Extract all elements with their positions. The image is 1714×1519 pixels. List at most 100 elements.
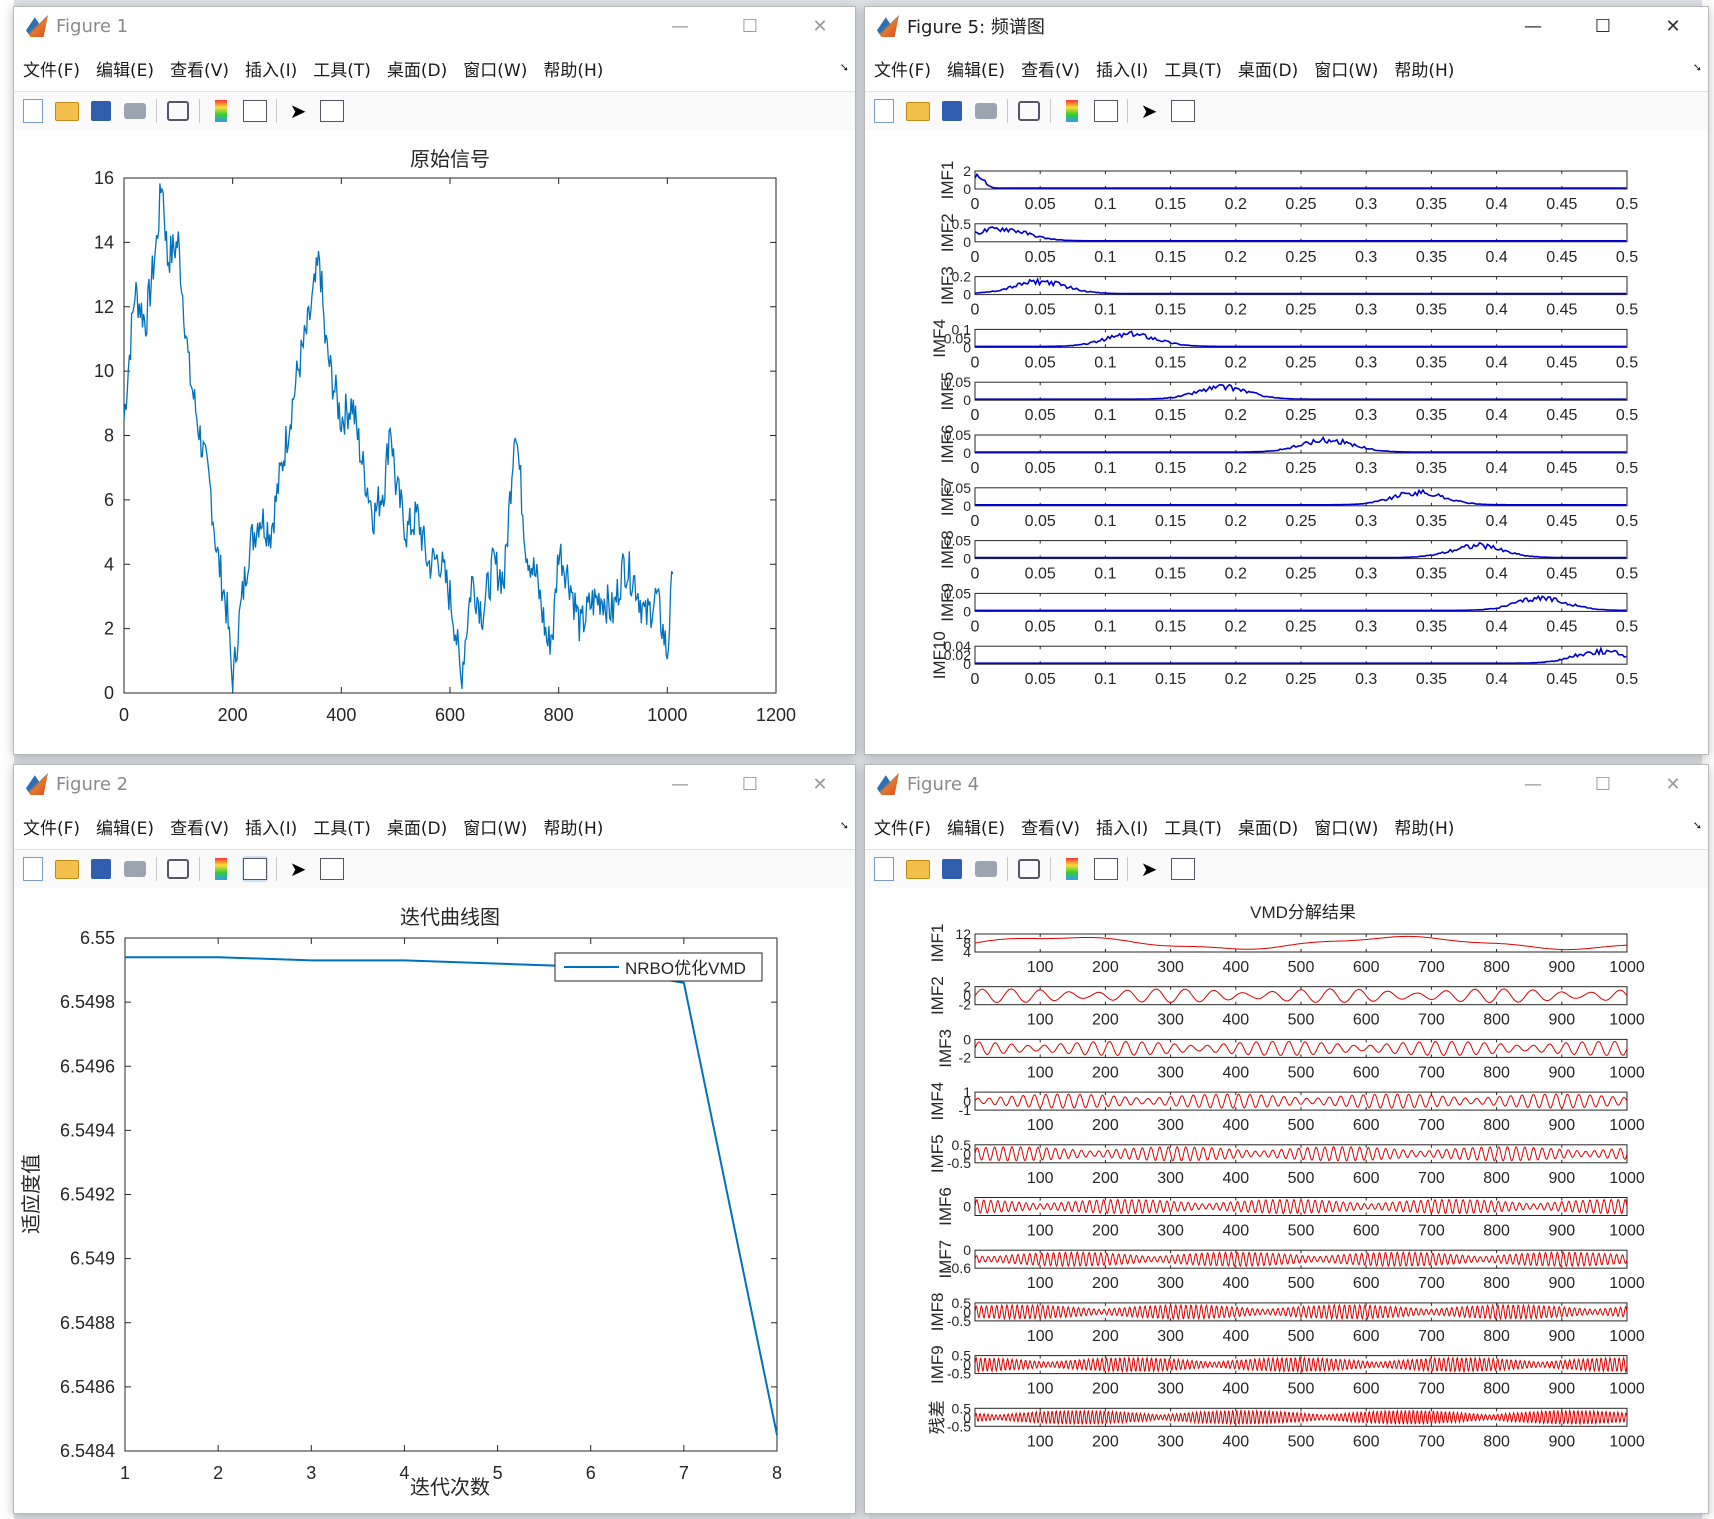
- menu-desktop[interactable]: 桌面(D): [387, 814, 447, 839]
- colorbar-icon[interactable]: [215, 858, 227, 880]
- menu-insert[interactable]: 插入(I): [1096, 56, 1148, 81]
- open-file-icon[interactable]: [906, 859, 930, 879]
- dock-arrow-icon[interactable]: ➘: [1693, 819, 1702, 832]
- save-icon[interactable]: [91, 859, 111, 879]
- colorbar-icon[interactable]: [215, 100, 227, 122]
- imf-subplot[interactable]: IMF5 0.50-0.5100 200 300 400 500 600 700 800 900 1…: [928, 1134, 1645, 1186]
- edit-pointer-icon[interactable]: ➤: [285, 98, 311, 124]
- imf-subplot[interactable]: IMF1 1284100 200 300 400 500 600 700 800 900 1000: [928, 924, 1645, 976]
- link-plot-icon[interactable]: [167, 859, 189, 879]
- colorbar-icon[interactable]: [1066, 100, 1078, 122]
- imf-subplot[interactable]: IMF4 10-1100 200 300 400 500 600 700 800 900 1000: [928, 1082, 1645, 1134]
- menu-view[interactable]: 查看(V): [170, 56, 229, 81]
- edit-pointer-icon[interactable]: ➤: [1136, 856, 1162, 882]
- maximize-icon[interactable]: ☐: [715, 7, 785, 45]
- menu-tools[interactable]: 工具(T): [1164, 56, 1222, 81]
- property-inspector-icon[interactable]: [320, 858, 344, 880]
- link-plot-icon[interactable]: [1018, 101, 1040, 121]
- spectrum-subplot[interactable]: IMF20.500 0.05 0.1 0.15 0.2 0.25 0.3 0.35 0.4 0.4…: [938, 213, 1638, 265]
- menu-file[interactable]: 文件(F): [23, 814, 80, 839]
- figure2-titlebar[interactable]: Figure 2 — ☐ ✕: [14, 765, 855, 803]
- figure1-titlebar[interactable]: Figure 1 — ☐ ✕: [14, 7, 855, 45]
- new-figure-icon[interactable]: [874, 99, 894, 123]
- maximize-icon[interactable]: ☐: [1568, 765, 1638, 803]
- link-plot-icon[interactable]: [1018, 859, 1040, 879]
- open-file-icon[interactable]: [55, 101, 79, 121]
- menu-insert[interactable]: 插入(I): [1096, 814, 1148, 839]
- figure5-canvas[interactable]: IMF1 2 0 0 0.05 0.1 0.15 0.2 0.25 0.3 0.35 0.4 0.45 0…: [865, 130, 1708, 754]
- legend-icon[interactable]: [243, 100, 267, 122]
- legend-icon[interactable]: [243, 858, 267, 880]
- save-icon[interactable]: [91, 101, 111, 121]
- menu-help[interactable]: 帮助(H): [543, 56, 603, 81]
- close-icon[interactable]: ✕: [785, 765, 855, 803]
- minimize-icon[interactable]: —: [1498, 7, 1568, 45]
- menu-file[interactable]: 文件(F): [874, 814, 931, 839]
- menu-help[interactable]: 帮助(H): [1394, 814, 1454, 839]
- dock-arrow-icon[interactable]: ➘: [1693, 61, 1702, 74]
- property-inspector-icon[interactable]: [1171, 100, 1195, 122]
- imf-subplot[interactable]: IMF8 0.50-0.5100 200 300 400 500 600 700 800 900 1…: [928, 1293, 1645, 1345]
- menu-view[interactable]: 查看(V): [1021, 814, 1080, 839]
- figure1-canvas[interactable]: 原始信号 0 200 400 600 800 1000 1200 0 2 4 6 8 10 12 14 16: [14, 130, 855, 754]
- spectrum-subplot[interactable]: IMF90.0500 0.05 0.1 0.15 0.2 0.25 0.3 0.35 0.4 0.…: [938, 583, 1638, 635]
- figure2-canvas[interactable]: 迭代曲线图 1 2 3 4 5 6 7 8 6.5484 6.5486 6.5488 6.549 6.5…: [14, 888, 855, 1513]
- maximize-icon[interactable]: ☐: [1568, 7, 1638, 45]
- menu-help[interactable]: 帮助(H): [1394, 56, 1454, 81]
- menu-tools[interactable]: 工具(T): [313, 814, 371, 839]
- close-icon[interactable]: ✕: [785, 7, 855, 45]
- imf-subplot[interactable]: IMF7 0-0.6100 200 300 400 500 600 700 800 900 1000: [936, 1240, 1645, 1292]
- property-inspector-icon[interactable]: [320, 100, 344, 122]
- menu-insert[interactable]: 插入(I): [245, 814, 297, 839]
- figure1-chart[interactable]: 原始信号 0 200 400 600 800 1000 1200 0 2 4 6 8 10 12 14 16: [14, 130, 855, 753]
- print-icon[interactable]: [975, 103, 997, 119]
- minimize-icon[interactable]: —: [1498, 765, 1568, 803]
- menu-file[interactable]: 文件(F): [23, 56, 80, 81]
- menu-window[interactable]: 窗口(W): [1314, 56, 1378, 81]
- menu-desktop[interactable]: 桌面(D): [1238, 56, 1298, 81]
- figure4-canvas[interactable]: VMD分解结果 IMF1 12 8 4 100 200 300 400 500 600 700 800…: [865, 888, 1708, 1513]
- menu-desktop[interactable]: 桌面(D): [1238, 814, 1298, 839]
- print-icon[interactable]: [124, 103, 146, 119]
- edit-pointer-icon[interactable]: ➤: [285, 856, 311, 882]
- minimize-icon[interactable]: —: [645, 7, 715, 45]
- menu-desktop[interactable]: 桌面(D): [387, 56, 447, 81]
- spectrum-subplot[interactable]: IMF4 0.10.0500 0.05 0.1 0.15 0.2 0.25 0.3 0.35 0.…: [930, 319, 1638, 371]
- print-icon[interactable]: [124, 861, 146, 877]
- menu-help[interactable]: 帮助(H): [543, 814, 603, 839]
- legend-icon[interactable]: [1094, 858, 1118, 880]
- new-figure-icon[interactable]: [23, 99, 43, 123]
- save-icon[interactable]: [942, 101, 962, 121]
- spectrum-subplot[interactable]: IMF30.200 0.05 0.1 0.15 0.2 0.25 0.3 0.35 0.4 0.4…: [938, 266, 1638, 318]
- menu-window[interactable]: 窗口(W): [463, 814, 527, 839]
- save-icon[interactable]: [942, 859, 962, 879]
- menu-view[interactable]: 查看(V): [1021, 56, 1080, 81]
- imf-subplot[interactable]: IMF3 0 -2 100 200 300 400 500 600 700 800 900 1000: [936, 1029, 1645, 1081]
- imf-subplot[interactable]: IMF2 20-2100 200 300 400 500 600 700 800 900 1000: [928, 976, 1645, 1028]
- spectrum-subplot[interactable]: IMF70.0500 0.05 0.1 0.15 0.2 0.25 0.3 0.35 0.4 0.…: [938, 477, 1638, 529]
- close-icon[interactable]: ✕: [1638, 765, 1708, 803]
- menu-edit[interactable]: 编辑(E): [947, 56, 1005, 81]
- dock-arrow-icon[interactable]: ➘: [840, 819, 849, 832]
- menu-window[interactable]: 窗口(W): [1314, 814, 1378, 839]
- property-inspector-icon[interactable]: [1171, 858, 1195, 880]
- figure5-spectrum-chart[interactable]: IMF1 200 0.05 0.1 0.15 0.2 0.25 0.3 0.35 0.4 0.45 0…: [865, 130, 1708, 753]
- menu-insert[interactable]: 插入(I): [245, 56, 297, 81]
- menu-tools[interactable]: 工具(T): [1164, 814, 1222, 839]
- print-icon[interactable]: [975, 861, 997, 877]
- menu-edit[interactable]: 编辑(E): [947, 814, 1005, 839]
- new-figure-icon[interactable]: [874, 857, 894, 881]
- spectrum-subplot[interactable]: IMF100.040.0200 0.05 0.1 0.15 0.2 0.25 0.3 0.35…: [930, 631, 1638, 688]
- imf-subplot[interactable]: IMF9 0.50-0.5100 200 300 400 500 600 700 800 900 1…: [928, 1345, 1645, 1397]
- figure5-titlebar[interactable]: Figure 5: 频谱图 — ☐ ✕: [865, 7, 1708, 45]
- imf-subplot[interactable]: 残差 0.50-0.5100 200 300 400 500 600 700 800 900 100…: [928, 1400, 1645, 1450]
- link-plot-icon[interactable]: [167, 101, 189, 121]
- figure4-vmd-chart[interactable]: VMD分解结果 IMF1 1284100 200 300 400 500 600 700 800…: [865, 888, 1708, 1512]
- menu-view[interactable]: 查看(V): [170, 814, 229, 839]
- open-file-icon[interactable]: [55, 859, 79, 879]
- colorbar-icon[interactable]: [1066, 858, 1078, 880]
- menu-tools[interactable]: 工具(T): [313, 56, 371, 81]
- imf-subplot[interactable]: IMF6 0 100 200 300 400 500 600 700 800 900 1000: [936, 1187, 1645, 1239]
- open-file-icon[interactable]: [906, 101, 930, 121]
- spectrum-subplot[interactable]: IMF1 2 00 0.05 0.1 0.15 0.2 0.25 0.3 0.35 0.4 0.45 0…: [938, 161, 1638, 213]
